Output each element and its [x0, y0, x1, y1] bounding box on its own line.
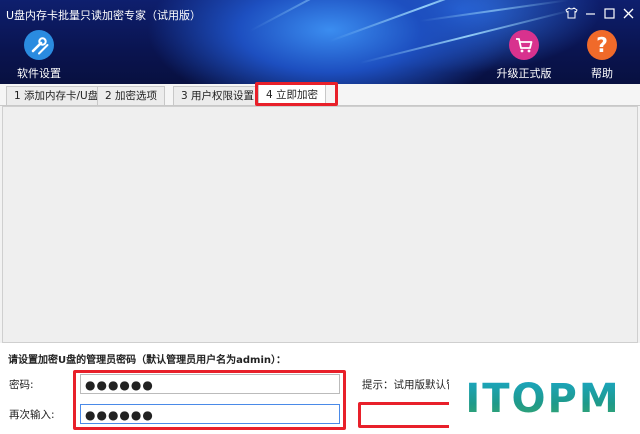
tab-user-permissions[interactable]: 3 用户权限设置 [173, 86, 263, 105]
upgrade-label: 升级正式版 [496, 67, 552, 80]
tab-encrypt-options[interactable]: 2 加密选项 [97, 86, 166, 105]
help-button[interactable]: ? 帮助 [572, 30, 632, 81]
upgrade-button[interactable]: 升级正式版 [494, 30, 554, 81]
wrench-icon [24, 30, 54, 60]
tab-add-card[interactable]: 1 添加内存卡/U盘 [6, 86, 107, 105]
content-panel [2, 106, 638, 343]
highlight-tab [255, 82, 338, 106]
software-settings-button[interactable]: 软件设置 [9, 30, 69, 81]
password-label: 密码: [9, 379, 34, 391]
watermark-logo: ITOPM [449, 368, 637, 430]
window-title: U盘内存卡批量只读加密专家（试用版） [6, 9, 202, 22]
help-label: 帮助 [591, 67, 613, 80]
cart-icon [509, 30, 539, 60]
software-settings-label: 软件设置 [17, 67, 61, 80]
highlight-password-fields [73, 370, 346, 430]
header-banner: U盘内存卡批量只读加密专家（试用版） 软件设置 升级正式版 ? 帮助 [0, 0, 640, 84]
question-mark-icon: ? [587, 30, 617, 60]
close-icon[interactable] [619, 4, 637, 22]
password-prompt: 请设置加密U盘的管理员密码（默认管理员用户名为admin）： [8, 355, 286, 366]
maximize-icon[interactable] [600, 4, 618, 22]
confirm-password-label: 再次输入: [9, 409, 55, 421]
minimize-icon[interactable] [581, 4, 599, 22]
skin-icon[interactable] [562, 4, 580, 22]
